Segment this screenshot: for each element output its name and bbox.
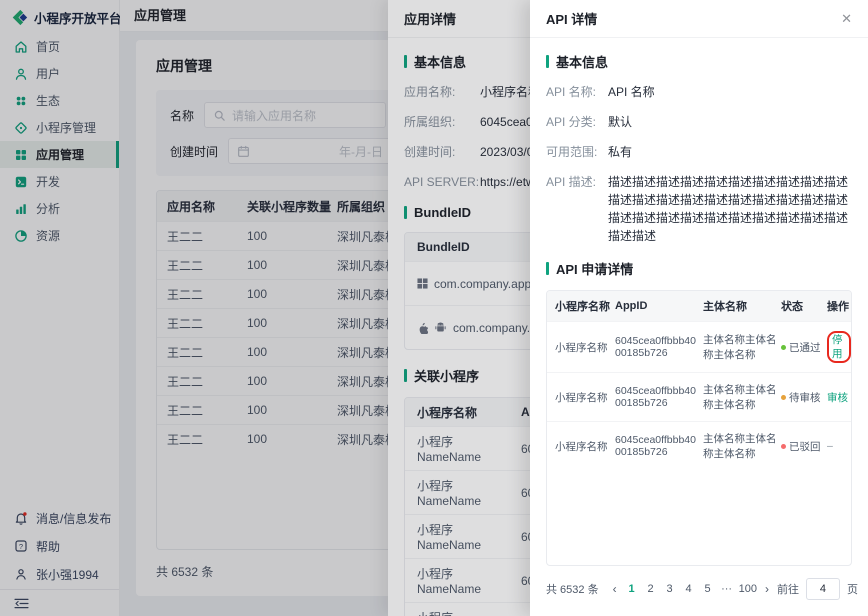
drawer-header: API 详情 ✕ <box>530 0 868 38</box>
goto-label: 前往 <box>777 581 799 597</box>
status-dot <box>781 444 786 449</box>
page-number[interactable]: 100 <box>739 583 757 595</box>
section-api-apply: API 申请详情 <box>546 259 852 278</box>
api-table-header: 小程序名称AppID主体名称状态操作 <box>547 291 851 321</box>
page-number[interactable]: 1 <box>625 583 639 595</box>
close-icon[interactable]: ✕ <box>841 11 852 27</box>
api-apply-table: 小程序名称AppID主体名称状态操作 小程序名称6045cea0ffbbb400… <box>546 290 852 566</box>
no-action: – <box>827 440 833 452</box>
page-number[interactable]: 5 <box>701 583 715 595</box>
status-badge: 待审核 <box>789 390 821 405</box>
column-header: 操作 <box>825 298 851 314</box>
pagination-total: 共 6532 条 <box>546 581 599 597</box>
highlight-annotation: 停用 <box>827 331 851 363</box>
api-field: API 描述:描述描述描述描述描述描述描述描述描述描述描述描述描述描述描述描述描… <box>546 173 852 245</box>
api-field: 可用范围:私有 <box>546 143 852 161</box>
section-api-basic: 基本信息 <box>546 52 852 71</box>
goto-page-input[interactable] <box>806 578 840 600</box>
api-table-row: 小程序名称6045cea0ffbbb4000185b726主体名称主体名称主体名… <box>547 372 851 421</box>
api-detail-drawer: API 详情 ✕ 基本信息 API 名称:API 名称 API 分类:默认可用范围… <box>530 0 868 616</box>
page-ellipsis: ··· <box>720 583 734 595</box>
api-field: API 分类:默认 <box>546 113 852 131</box>
column-header: 小程序名称 <box>547 298 611 314</box>
page-number[interactable]: 3 <box>663 583 677 595</box>
status-dot <box>781 345 786 350</box>
column-header: AppID <box>611 300 699 312</box>
prev-page-icon[interactable]: ‹ <box>610 582 620 596</box>
api-basic-fields: API 名称:API 名称 API 分类:默认可用范围:私有 API 描述:描述描述… <box>546 83 852 257</box>
review-api-link[interactable]: 审核 <box>827 392 848 404</box>
column-header: 主体名称 <box>699 298 779 314</box>
next-page-icon[interactable]: › <box>762 582 772 596</box>
api-table-row: 小程序名称6045cea0ffbbb4000185b726主体名称主体名称主体名… <box>547 421 851 470</box>
page-number[interactable]: 2 <box>644 583 658 595</box>
disable-api-link[interactable]: 停用 <box>832 334 843 360</box>
page-number[interactable]: 4 <box>682 583 696 595</box>
status-badge: 已驳回 <box>789 439 821 454</box>
goto-suffix: 页 <box>847 581 858 597</box>
api-table-row: 小程序名称6045cea0ffbbb4000185b726主体名称主体名称主体名… <box>547 321 851 372</box>
status-badge: 已通过 <box>789 340 821 355</box>
column-header: 状态 <box>779 298 825 314</box>
pagination: 共 6532 条 ‹ 12345···100 › 前往 页 <box>546 576 852 602</box>
status-dot <box>781 395 786 400</box>
api-field: API 名称:API 名称 <box>546 83 852 101</box>
